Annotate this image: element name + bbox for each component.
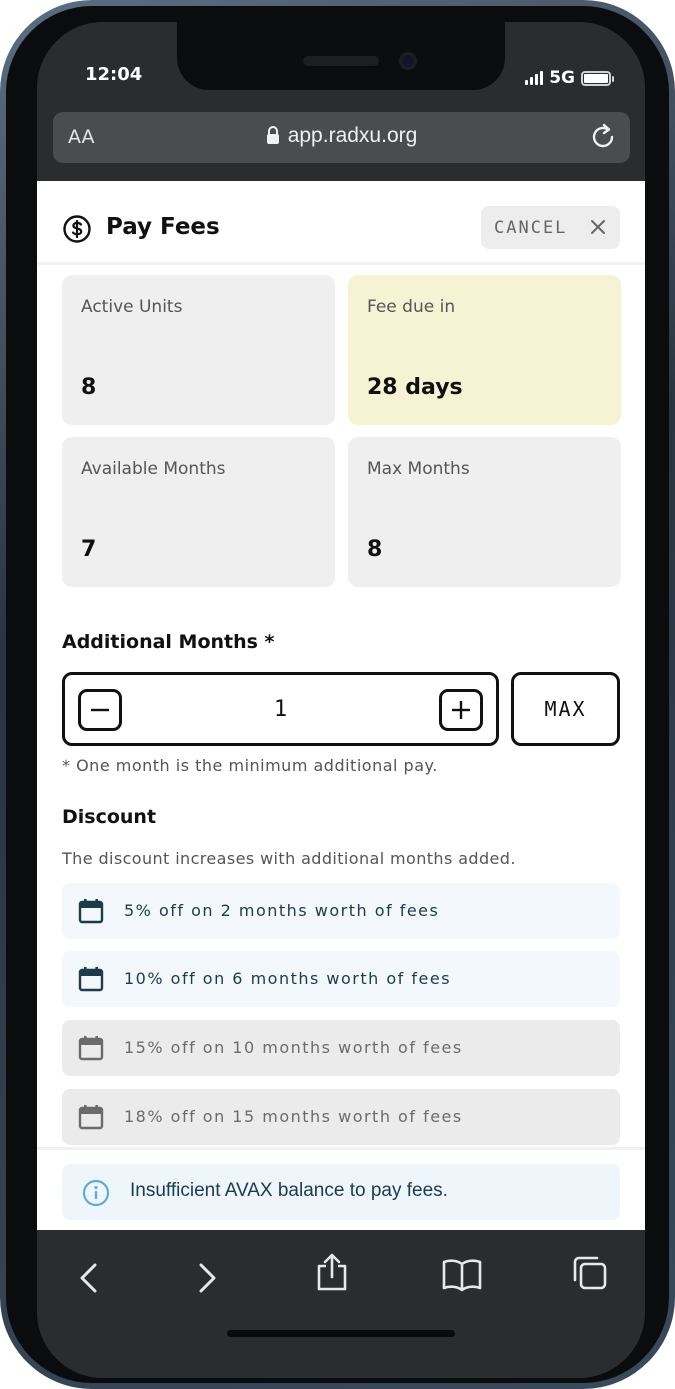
share-icon[interactable] (315, 1252, 349, 1296)
signal-icon (525, 71, 544, 85)
stat-value: 8 (81, 375, 97, 400)
modal-header: Pay Fees CANCEL (37, 181, 645, 265)
discount-tier-text: 18% off on 15 months worth of fees (124, 1107, 463, 1126)
calendar-icon (78, 1104, 104, 1134)
discount-tier: 15% off on 10 months worth of fees (62, 1020, 620, 1076)
home-indicator[interactable] (227, 1330, 455, 1337)
reload-icon[interactable] (588, 122, 618, 156)
stat-label: Max Months (367, 459, 470, 479)
discount-title: Discount (62, 806, 157, 828)
forward-icon[interactable] (195, 1262, 219, 1298)
discount-tier-text: 10% off on 6 months worth of fees (124, 969, 452, 988)
lock-icon (266, 126, 280, 150)
stat-card-fee-due: Fee due in 28 days (348, 275, 621, 425)
cancel-button[interactable]: CANCEL (481, 206, 620, 249)
url-display[interactable]: app.radxu.org (53, 124, 630, 150)
browser-toolbar (37, 1230, 645, 1378)
discount-tier-text: 15% off on 10 months worth of fees (124, 1038, 463, 1057)
phone-frame: 12:04 5G AA app.radxu.org Pay Fees CANCE… (0, 0, 675, 1389)
stat-label: Available Months (81, 459, 226, 479)
plus-icon (452, 701, 470, 719)
phone-bezel: 12:04 5G AA app.radxu.org Pay Fees CANCE… (6, 6, 669, 1383)
months-stepper: 1 (62, 672, 499, 746)
stat-value: 7 (81, 537, 97, 562)
stat-value: 28 days (367, 375, 463, 400)
stat-value: 8 (367, 537, 383, 562)
browser-address-area: AA app.radxu.org (37, 112, 645, 181)
dollar-circle-icon (62, 214, 92, 248)
address-bar[interactable]: AA app.radxu.org (53, 112, 630, 163)
stat-card-available-months: Available Months 7 (62, 437, 335, 587)
insufficient-balance-alert: Insufficient AVAX balance to pay fees. (62, 1164, 620, 1220)
back-icon[interactable] (77, 1262, 101, 1298)
months-value[interactable]: 1 (65, 697, 496, 722)
status-bar: 12:04 5G (37, 22, 645, 112)
tabs-icon[interactable] (571, 1254, 609, 1296)
max-button[interactable]: MAX (511, 672, 620, 746)
phone-screen: 12:04 5G AA app.radxu.org Pay Fees CANCE… (37, 22, 645, 1378)
url-text: app.radxu.org (287, 124, 418, 147)
stat-label: Fee due in (367, 297, 456, 317)
divider (37, 1147, 645, 1150)
web-content: Pay Fees CANCEL Active Units 8 Fee due i… (37, 181, 645, 1230)
calendar-icon (78, 898, 104, 928)
alert-message: Insufficient AVAX balance to pay fees. (130, 1180, 448, 1201)
discount-tier: 18% off on 15 months worth of fees (62, 1089, 620, 1145)
calendar-icon (78, 966, 104, 996)
info-icon (82, 1179, 110, 1211)
network-label: 5G (549, 68, 575, 88)
discount-description: The discount increases with additional m… (62, 849, 516, 868)
stat-label: Active Units (81, 297, 183, 317)
battery-icon (581, 70, 614, 86)
cancel-label: CANCEL (494, 217, 568, 238)
status-time: 12:04 (85, 64, 143, 85)
discount-tier-text: 5% off on 2 months worth of fees (124, 901, 440, 920)
discount-tier: 10% off on 6 months worth of fees (62, 951, 620, 1007)
bookmarks-icon[interactable] (441, 1258, 483, 1296)
speaker (303, 56, 379, 66)
front-camera (399, 52, 417, 70)
status-indicators: 5G (525, 68, 614, 88)
calendar-icon (78, 1035, 104, 1065)
discount-tier: 5% off on 2 months worth of fees (62, 883, 620, 939)
additional-months-title: Additional Months * (62, 631, 275, 653)
notch (177, 22, 505, 90)
minimum-note: * One month is the minimum additional pa… (62, 756, 438, 775)
close-icon (590, 219, 606, 240)
page-title: Pay Fees (106, 214, 220, 240)
increment-button[interactable] (439, 689, 483, 731)
stat-card-max-months: Max Months 8 (348, 437, 621, 587)
stat-card-active-units: Active Units 8 (62, 275, 335, 425)
